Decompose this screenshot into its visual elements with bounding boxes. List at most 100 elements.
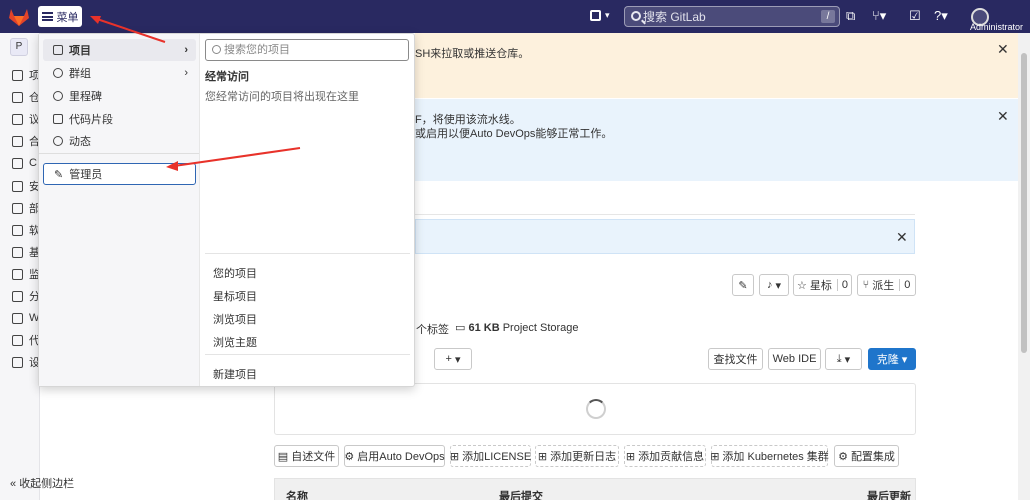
frequent-heading: 经常访问 [205,71,249,83]
plus-icon: + [445,353,452,365]
add-kubernetes-button[interactable]: ⊞ 添加 Kubernetes 集群 [710,445,829,467]
clock-icon [53,91,63,101]
plus-square-icon: ⊞ [710,450,720,463]
doc-icon [12,91,23,103]
deploy-icon [12,202,23,214]
col-last-commit: 最后提交 [499,491,543,500]
sidebar-item-repository[interactable]: 仓 [12,90,40,104]
search-icon [212,45,221,54]
menu-sections: 项目 › 群组 › 里程碑 代码片段 动态 ✎ 管理员 [39,34,200,386]
project-icon [12,69,23,81]
project-sidebar: P 项 仓 议 合 CI 安 部 软 基 监 分 W 代 设 « 收起侧边栏 [0,33,74,500]
merge-request-icon[interactable]: ⑂▾ [872,9,886,23]
sidebar-item-security[interactable]: 安 [12,179,40,193]
package-icon [12,224,23,236]
wrench-icon: ✎ [54,168,64,181]
find-file-button[interactable]: 查找文件 [708,348,763,370]
book-icon [12,312,23,324]
link-starred-projects[interactable]: 星标项目 [213,288,257,304]
download-dropdown[interactable]: ⤓ ▾ [825,348,862,370]
bell-icon: ♪ [766,279,773,291]
info-alert: ✕ [415,219,915,254]
sidebar-item-monitor[interactable]: 监 [12,267,40,281]
menu-item-admin[interactable]: ✎ 管理员 [43,163,196,185]
add-changelog-button[interactable]: ⊞ 添加更新日志 [535,445,619,467]
configure-integrations-button[interactable]: ⚙ 配置集成 [834,445,899,467]
menu-item-snippets[interactable]: 代码片段 [43,108,196,130]
menu-divider [205,354,410,355]
chart-icon [12,290,23,302]
readme-button[interactable]: ▤ 自述文件 [274,445,339,467]
project-avatar[interactable]: P [10,38,28,56]
web-ide-button[interactable]: Web IDE [768,348,821,370]
sidebar-item-infrastructure[interactable]: 基 [12,245,40,259]
fork-icon: ⑂ [862,279,870,291]
plus-square-icon: ⊞ [449,450,460,463]
menu-item-projects[interactable]: 项目 › [43,39,196,61]
menu-button[interactable]: 菜单 [38,6,82,27]
gitlab-logo-icon[interactable] [8,7,30,27]
sidebar-item-analytics[interactable]: 分 [12,289,40,303]
storage-icon: ▭ [455,322,466,334]
plus-square-icon: ⊞ [537,450,548,463]
sidebar-item-packages[interactable]: 软 [12,223,40,237]
menu-item-activity[interactable]: 动态 [43,130,196,152]
page-scrollbar[interactable] [1018,33,1030,500]
fork-count: 0 [899,279,910,291]
clone-button[interactable]: 克隆 ▾ [868,348,916,370]
project-search-field[interactable] [205,39,409,61]
scissors-icon [12,334,23,346]
sidebar-item-merge-requests[interactable]: 合 [12,134,40,148]
merge-requests-icon[interactable]: ⧉ [846,9,855,23]
link-new-project[interactable]: 新建项目 [213,366,257,382]
star-button[interactable]: ☆ 星标 0 [793,274,852,296]
add-to-tree-dropdown[interactable]: + ▾ [434,348,472,370]
scrollbar-thumb[interactable] [1021,53,1027,353]
menu-item-milestones[interactable]: 里程碑 [43,85,196,107]
todo-check-icon[interactable]: ☑ [909,9,921,23]
notification-settings-button[interactable]: ✎ [732,274,754,296]
shield-icon [12,180,23,192]
close-icon[interactable]: ✕ [997,108,1009,125]
sidebar-item-issues[interactable]: 议 [12,112,40,126]
user-name-label: Administrator [970,22,1024,32]
ssh-alert-text: SH来拉取或推送仓库。 [415,48,530,60]
auto-devops-alert: F，将使用该流水线。 或启用以便Auto DevOps能够正常工作。 ✕ [415,99,1030,181]
chevron-right-icon: › [184,67,188,79]
add-contributing-button[interactable]: ⊞ 添加贡献信息 [624,445,706,467]
ssh-alert: SH来拉取或推送仓库。 ✕ [415,33,1030,98]
sidebar-item-settings[interactable]: 设 [12,355,40,369]
close-icon[interactable]: ✕ [896,229,908,246]
fork-button[interactable]: ⑂ 派生 0 [857,274,916,296]
search-input[interactable] [643,7,813,26]
create-new-icon[interactable] [590,10,601,21]
loading-spinner-icon [586,399,606,419]
monitor-icon [12,268,23,280]
menu-item-groups[interactable]: 群组 › [43,62,196,84]
link-explore-projects[interactable]: 浏览项目 [213,311,257,327]
search-shortcut-badge: / [821,10,835,23]
link-your-projects[interactable]: 您的项目 [213,265,257,281]
link-explore-topics[interactable]: 浏览主题 [213,334,257,350]
project-icon [53,45,63,55]
tags-stat[interactable]: 个标签 [416,321,449,337]
sidebar-item-snippets[interactable]: 代 [12,333,40,347]
global-search[interactable]: / [624,6,840,27]
gear-icon: ⚙ [344,450,355,463]
sidebar-item-ci[interactable]: CI [12,156,40,170]
chevron-right-icon: › [184,44,188,56]
sidebar-item-deployments[interactable]: 部 [12,201,40,215]
file-table-header: 名称 最后提交 最后更新 [274,478,916,500]
storage-stat: ▭ 61 KB Project Storage [455,322,579,334]
menu-button-label: 菜单 [56,11,79,24]
sidebar-item-project[interactable]: 项 [12,68,40,82]
sidebar-item-wiki[interactable]: W [12,311,40,325]
rocket-icon [12,157,23,169]
close-icon[interactable]: ✕ [997,41,1009,58]
add-license-button[interactable]: ⊞ 添加LICENSE [450,445,531,467]
enable-auto-devops-button[interactable]: ⚙ 启用Auto DevOps [344,445,445,467]
help-icon[interactable]: ?▾ [934,9,948,23]
notification-dropdown[interactable]: ♪ ▾ [759,274,789,296]
project-search-input[interactable] [224,40,404,60]
col-name: 名称 [286,491,308,500]
